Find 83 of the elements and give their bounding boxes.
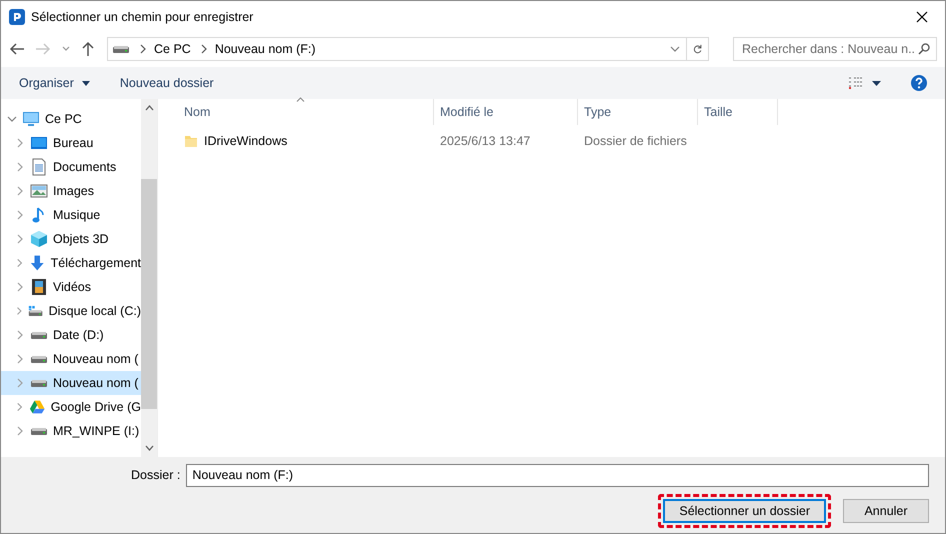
back-button[interactable] bbox=[9, 42, 25, 56]
tree-item[interactable]: Vidéos bbox=[1, 275, 141, 299]
help-icon bbox=[911, 75, 927, 91]
help-button[interactable] bbox=[911, 75, 927, 91]
up-icon bbox=[81, 41, 95, 57]
up-button[interactable] bbox=[81, 41, 95, 57]
type-cell-text: Dossier de fichiers bbox=[583, 134, 688, 148]
tree-item[interactable]: Objets 3D bbox=[1, 227, 141, 251]
tree-item[interactable]: Bureau bbox=[1, 131, 141, 155]
chevron-down-icon bbox=[7, 114, 17, 124]
forward-icon bbox=[35, 42, 51, 56]
document-icon bbox=[30, 158, 48, 176]
tree-item[interactable]: Disque local (C:) bbox=[1, 299, 141, 323]
chevron-icon bbox=[138, 44, 146, 54]
scroll-down-icon bbox=[144, 445, 154, 451]
scroll-up-icon bbox=[144, 105, 154, 111]
scrollbar-thumb[interactable] bbox=[141, 179, 157, 409]
chevron-icon bbox=[15, 426, 25, 436]
column-header[interactable]: Modifié le bbox=[434, 99, 578, 125]
file-name-cell[interactable]: IDriveWindows bbox=[178, 134, 434, 148]
app-logo-icon bbox=[9, 9, 25, 25]
address-bar[interactable]: Ce PC Nouveau nom (F:) bbox=[107, 37, 709, 61]
caret-icon bbox=[872, 80, 881, 86]
tree-item[interactable]: MR_WINPE (I:) bbox=[1, 419, 141, 443]
tree-item[interactable]: Documents bbox=[1, 155, 141, 179]
dropdown-icon bbox=[670, 44, 680, 54]
chevron-icon bbox=[15, 258, 24, 268]
drive-icon bbox=[28, 305, 44, 317]
list-view-icon bbox=[848, 76, 864, 90]
chevron-icon bbox=[15, 186, 25, 196]
breadcrumb[interactable]: Nouveau nom (F:) bbox=[214, 42, 316, 56]
cancel-button[interactable]: Annuler bbox=[843, 499, 929, 523]
folder-input-field[interactable]: Nouveau nom (F:) bbox=[186, 464, 929, 486]
back-icon bbox=[9, 42, 25, 56]
chevron-icon bbox=[15, 210, 25, 220]
column-header[interactable]: Type bbox=[578, 99, 698, 125]
drive-icon bbox=[30, 380, 48, 386]
chevron-icon bbox=[15, 306, 24, 316]
date-cell-text: 2025/6/13 13:47 bbox=[439, 134, 532, 148]
tree-item[interactable]: Nouveau nom ( bbox=[1, 347, 141, 371]
chevron-icon bbox=[15, 330, 25, 340]
caret-icon bbox=[82, 80, 90, 86]
field-label: Dossier : bbox=[131, 468, 180, 482]
drive-icon bbox=[30, 428, 48, 434]
folder-icon bbox=[184, 134, 198, 148]
tree-item[interactable]: Téléchargement bbox=[1, 251, 141, 275]
select-folder-button[interactable]: Sélectionner un dossier bbox=[663, 499, 826, 523]
tree-item[interactable]: Google Drive (G bbox=[1, 395, 141, 419]
down-arrow-icon bbox=[29, 254, 46, 272]
tree-item[interactable]: Ce PC bbox=[1, 107, 141, 131]
drive-icon bbox=[30, 332, 48, 338]
new-folder-button[interactable]: Nouveau dossier bbox=[120, 76, 214, 90]
organize-button[interactable]: Organiser bbox=[19, 76, 90, 90]
cube-icon bbox=[30, 230, 48, 248]
drive-icon bbox=[112, 46, 130, 52]
search-field[interactable]: Rechercher dans : Nouveau n... bbox=[733, 37, 937, 61]
triangle-icon bbox=[29, 398, 46, 416]
chevron-icon bbox=[15, 138, 25, 148]
picture-icon bbox=[30, 182, 48, 200]
close-icon bbox=[916, 11, 928, 23]
tree-item[interactable]: Musique bbox=[1, 203, 141, 227]
chevron-icon bbox=[15, 378, 25, 388]
desktop-icon bbox=[30, 134, 48, 152]
chevron-icon bbox=[15, 282, 25, 292]
column-header[interactable]: Taille bbox=[698, 99, 778, 125]
scrollbar[interactable] bbox=[141, 99, 157, 457]
chevron-icon bbox=[15, 354, 25, 364]
tree-item[interactable]: Date (D:) bbox=[1, 323, 141, 347]
chevron-icon bbox=[15, 234, 25, 244]
chevron-icon bbox=[15, 402, 24, 412]
chevron-icon bbox=[198, 44, 207, 54]
breadcrumb[interactable]: Ce PC bbox=[154, 42, 191, 56]
chevron-icon bbox=[15, 162, 25, 172]
tree-item[interactable]: Images bbox=[1, 179, 141, 203]
tree-item[interactable]: Nouveau nom ( bbox=[1, 371, 141, 395]
column-header[interactable]: Nom bbox=[178, 99, 434, 125]
refresh-icon bbox=[693, 43, 702, 55]
computer-icon bbox=[22, 110, 40, 128]
search-icon bbox=[918, 43, 930, 55]
film-icon bbox=[30, 278, 48, 296]
window-title: Sélectionner un chemin pour enregistrer bbox=[31, 10, 254, 24]
view-options-button[interactable] bbox=[848, 76, 881, 90]
drive-icon bbox=[30, 356, 48, 362]
